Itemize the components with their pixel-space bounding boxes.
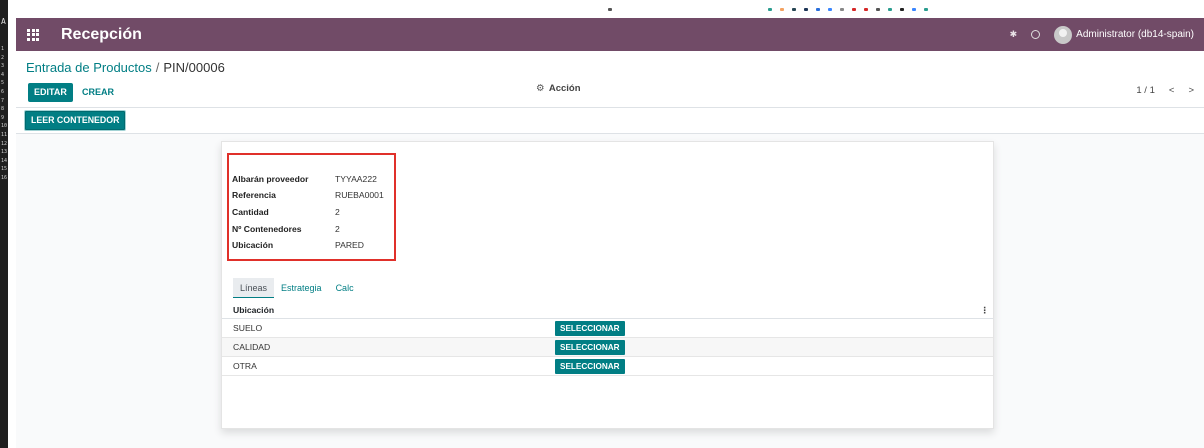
- tab-lineas[interactable]: Líneas: [233, 278, 275, 298]
- line-number: 10: [1, 123, 8, 130]
- form-sheet: Albarán proveedor TYYAA222 Referencia RU…: [221, 141, 994, 429]
- strip-letter: A: [1, 17, 6, 26]
- table-row[interactable]: SUELO SELECCIONAR: [222, 319, 993, 338]
- breadcrumb-separator: /: [155, 60, 160, 75]
- table-row[interactable]: CALIDAD SELECCIONAR: [222, 338, 993, 357]
- line-number: 7: [1, 97, 5, 104]
- breadcrumb: Entrada de Productos / PIN/00006: [26, 60, 225, 75]
- field-label: Cantidad: [232, 207, 269, 217]
- cropped-dots: [768, 8, 928, 12]
- user-menu-name[interactable]: Administrator (db14-spain): [1076, 29, 1194, 40]
- line-number: 8: [1, 106, 5, 113]
- row-location: OTRA: [233, 361, 257, 371]
- line-number: 2: [1, 54, 5, 61]
- line-number: 13: [1, 149, 8, 156]
- notebook-tabs: Líneas Estrategia Calc: [233, 278, 361, 298]
- breadcrumb-parent-link[interactable]: Entrada de Productos: [26, 60, 152, 75]
- pager-value[interactable]: 1 / 1: [1136, 85, 1155, 96]
- action-menu-button[interactable]: ⚙ Acción: [536, 83, 581, 95]
- field-value: 2: [335, 207, 340, 217]
- top-navbar: Recepción ✱ Administrator (db14-spain): [16, 18, 1204, 51]
- field-label: Albarán proveedor: [232, 174, 309, 184]
- create-button[interactable]: CREAR: [82, 83, 114, 102]
- tab-calc[interactable]: Calc: [329, 278, 361, 298]
- tab-estrategia[interactable]: Estrategia: [274, 278, 329, 298]
- activity-clock-icon[interactable]: [1031, 30, 1041, 39]
- pager: 1 / 1 < >: [1136, 85, 1194, 96]
- control-panel: Entrada de Productos / PIN/00006 EDITAR CR…: [16, 51, 1204, 108]
- table-header: Ubicación ⋮: [222, 302, 993, 319]
- field-label: Referencia: [232, 190, 276, 200]
- edit-button[interactable]: EDITAR: [28, 83, 73, 102]
- top-cropped-strip: [8, 0, 1204, 18]
- field-label: Nº Contenedores: [232, 224, 302, 234]
- field-label: Ubicación: [232, 240, 274, 250]
- cropped-dots: [608, 8, 612, 12]
- pager-next-icon[interactable]: >: [1188, 85, 1194, 96]
- read-container-button[interactable]: LEER CONTENEDOR: [25, 111, 126, 130]
- line-number: 1: [1, 46, 5, 52]
- line-number: 5: [1, 80, 5, 87]
- app-title[interactable]: Recepción: [61, 26, 142, 44]
- apps-grid-icon[interactable]: [27, 28, 39, 41]
- line-number: 11: [1, 131, 8, 138]
- left-editor-strip: A 1 2 3 4 5 6 7 8 9 10 11 12 13 14 15 16: [0, 0, 8, 448]
- field-value: PARED: [335, 240, 364, 250]
- line-number: 9: [1, 114, 5, 121]
- form-statusbar: LEER CONTENEDOR: [16, 108, 1204, 134]
- select-button[interactable]: SELECCIONAR: [555, 321, 625, 336]
- pager-previous-icon[interactable]: <: [1169, 85, 1175, 96]
- column-header-location[interactable]: Ubicación: [233, 305, 274, 315]
- field-value: TYYAA222: [335, 174, 377, 184]
- debug-bug-icon[interactable]: ✱: [1010, 29, 1018, 40]
- field-value: RUEBA0001: [335, 190, 384, 200]
- select-button[interactable]: SELECCIONAR: [555, 340, 625, 355]
- line-number: 15: [1, 166, 8, 173]
- gear-icon: ⚙: [536, 83, 545, 94]
- column-options-icon[interactable]: ⋮: [980, 302, 989, 319]
- line-number: 12: [1, 140, 8, 147]
- user-avatar[interactable]: [1054, 25, 1073, 44]
- line-number: 4: [1, 71, 5, 78]
- line-number: 3: [1, 63, 5, 70]
- row-location: SUELO: [233, 323, 263, 333]
- line-number: 16: [1, 174, 8, 181]
- line-number: 14: [1, 157, 8, 164]
- breadcrumb-current: PIN/00006: [163, 60, 225, 75]
- select-button[interactable]: SELECCIONAR: [555, 359, 625, 374]
- action-menu-label: Acción: [548, 83, 581, 94]
- field-value: 2: [335, 224, 340, 234]
- table-row[interactable]: OTRA SELECCIONAR: [222, 357, 993, 376]
- navbar-systray: ✱ Administrator (db14-spain): [1010, 25, 1194, 44]
- line-number: 6: [1, 88, 5, 95]
- lines-table: Ubicación ⋮ SUELO SELECCIONAR CALIDAD SE…: [222, 302, 993, 376]
- row-location: CALIDAD: [233, 342, 271, 352]
